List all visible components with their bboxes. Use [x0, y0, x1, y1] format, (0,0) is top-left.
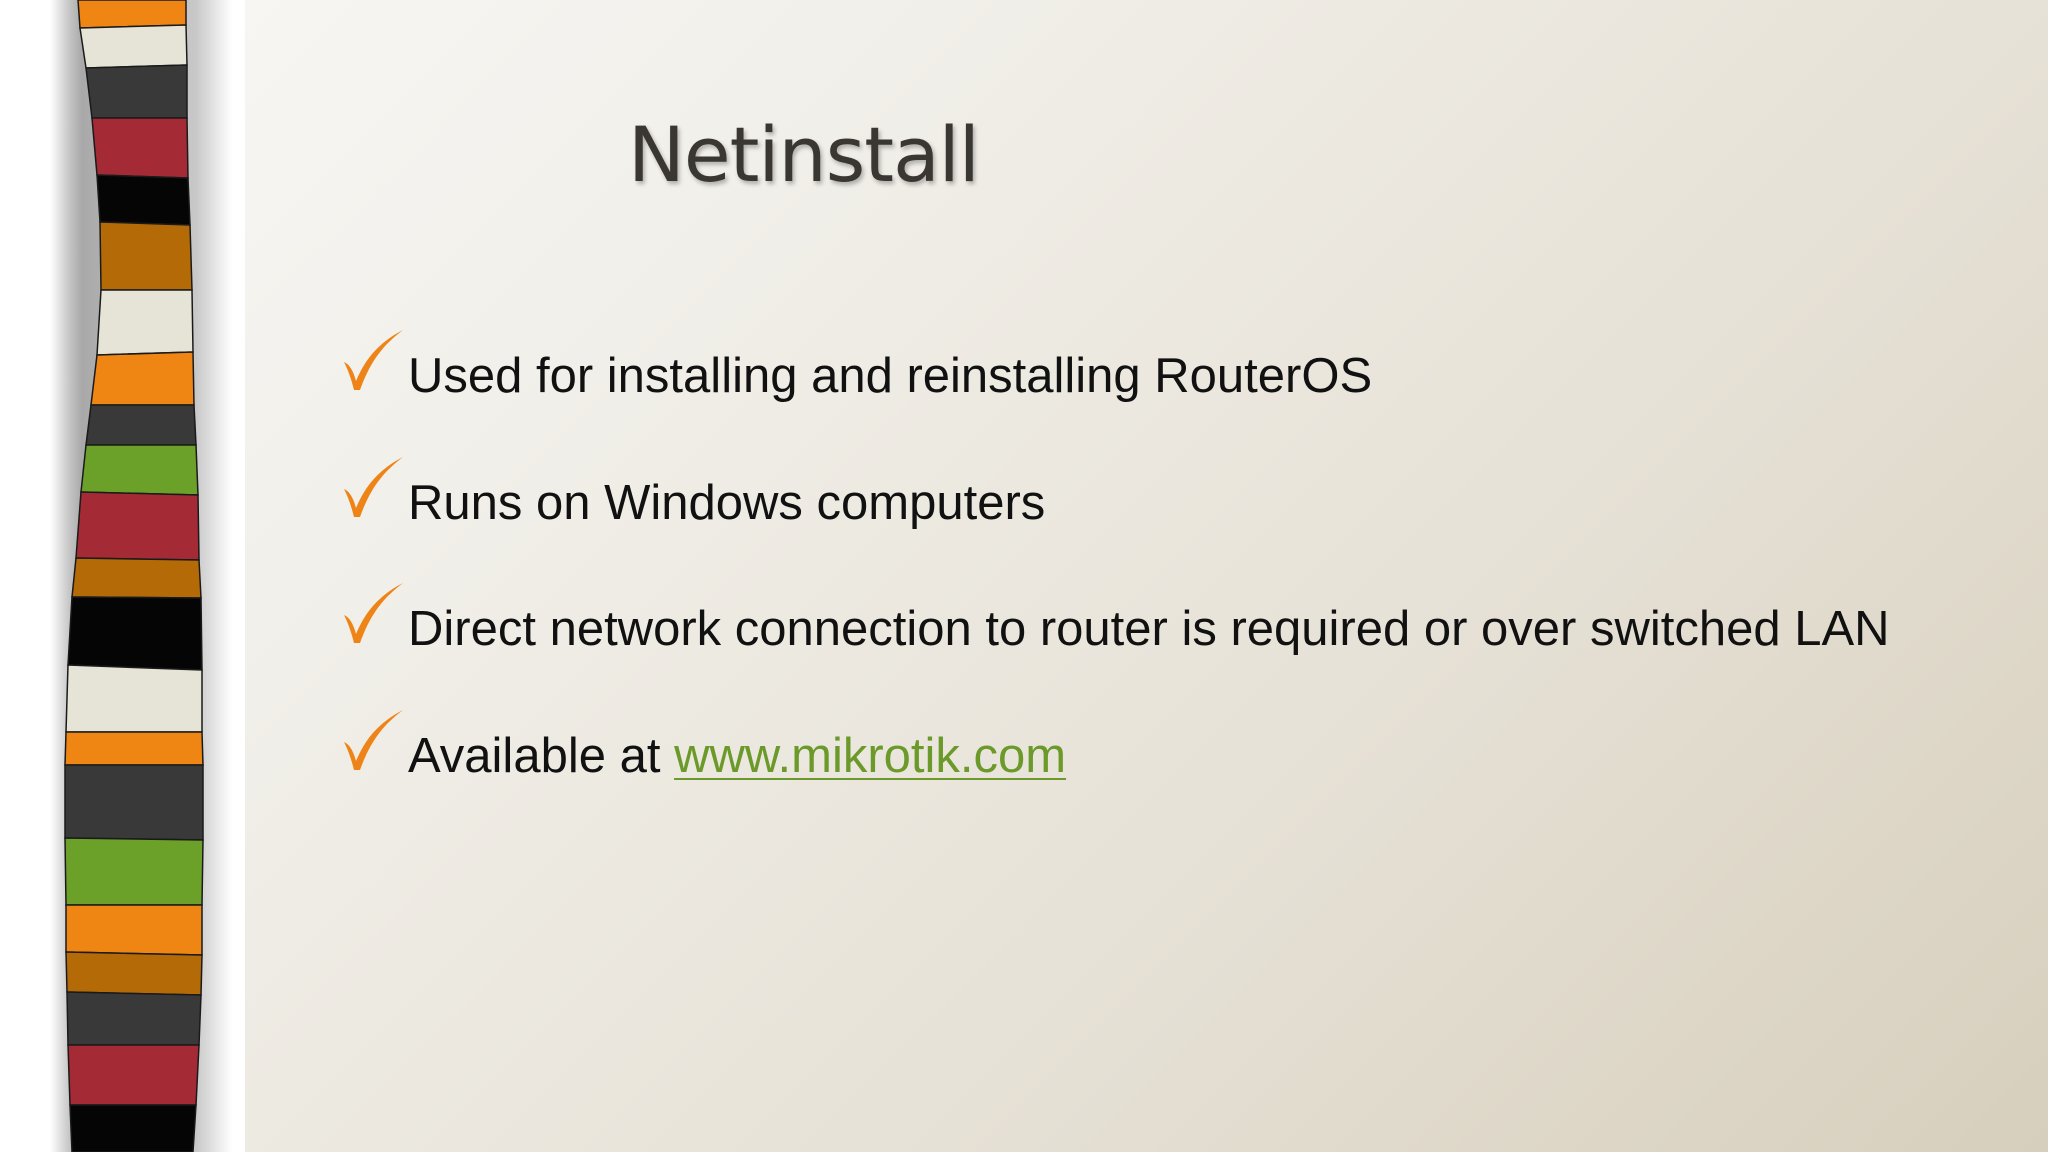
- bullet-text: Available at www.mikrotik.com: [408, 728, 1066, 784]
- decorative-border: [0, 0, 245, 1152]
- checkmark-icon: [344, 583, 403, 643]
- checkmark-icon: [344, 330, 403, 390]
- striped-ribbon-graphic: [64, 0, 204, 1152]
- bullet-text: Used for installing and reinstalling Rou…: [408, 349, 1373, 403]
- bullet-label: Available at: [408, 728, 675, 783]
- bullet-text: Runs on Windows computers: [408, 475, 1046, 530]
- bullet-text: Direct network connection to router is r…: [408, 602, 1890, 656]
- slide: Netinstall Used for installing and reins…: [0, 0, 2048, 1152]
- checkmark-icon: [344, 709, 403, 770]
- slide-title: Netinstall: [628, 110, 980, 199]
- checkmark-icon: [344, 456, 403, 517]
- mikrotik-link[interactable]: www.mikrotik.com: [674, 729, 1066, 783]
